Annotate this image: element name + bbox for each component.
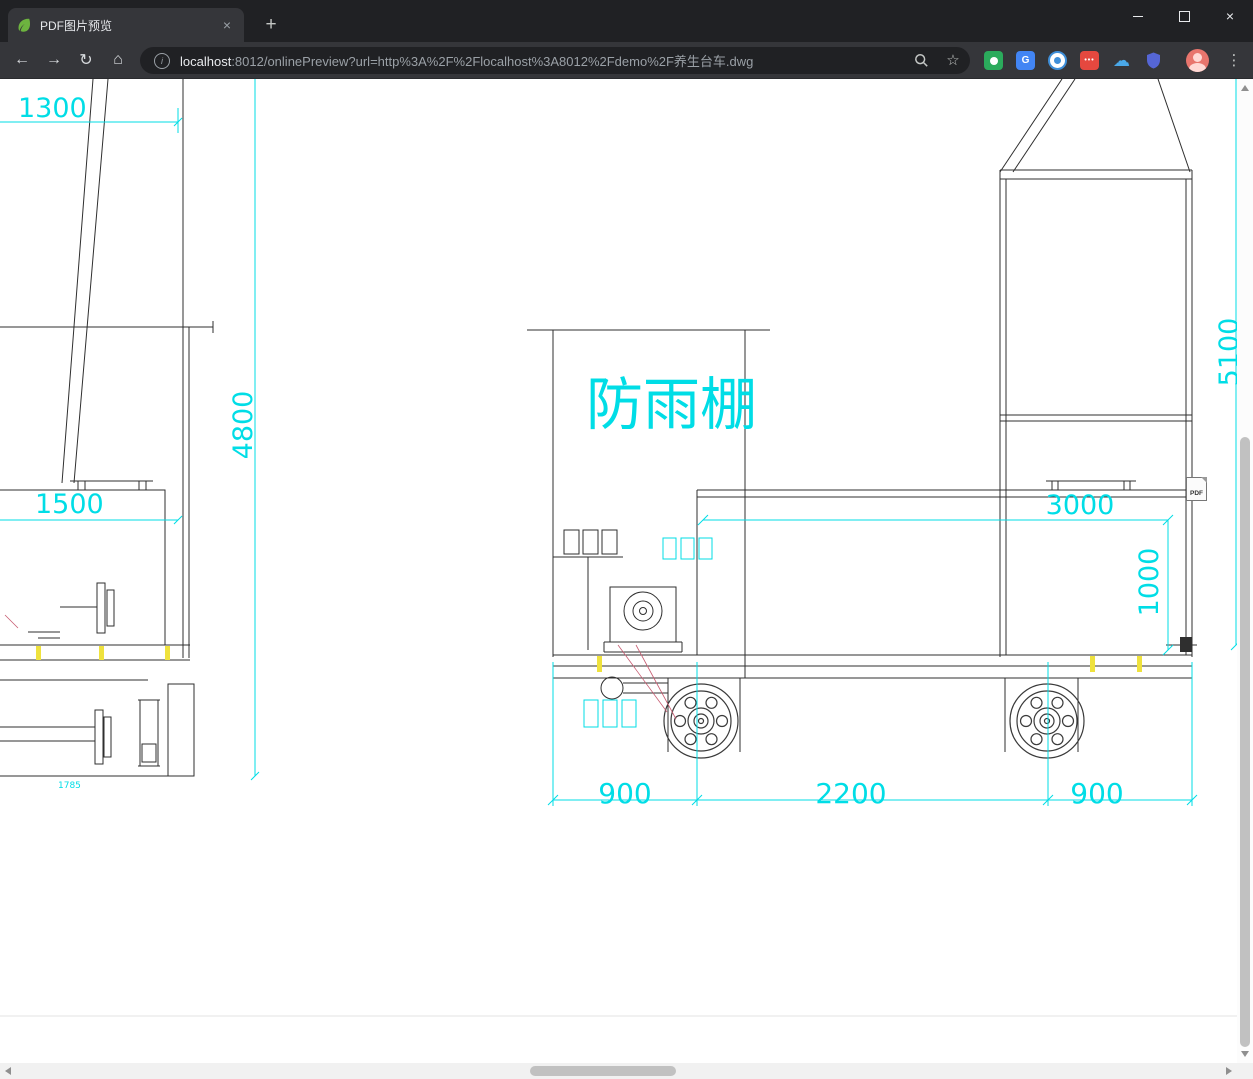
platform-and-end-view (696, 79, 1197, 657)
pdf-icon-label: PDF (1190, 490, 1203, 497)
extension-icon-shield[interactable] (1144, 51, 1163, 70)
home-icon[interactable]: ⌂ (104, 42, 132, 78)
shelter-label: 防雨棚 (586, 372, 757, 438)
tab-close-icon[interactable]: × (218, 16, 236, 34)
back-icon[interactable]: ← (8, 42, 36, 78)
dim-2200-label: 2200 (815, 777, 886, 810)
dim-1000-label: 1000 (1134, 548, 1165, 617)
dim-1300-label: 1300 (18, 93, 87, 124)
scroll-down-icon[interactable] (1241, 1051, 1249, 1057)
left-view (0, 79, 214, 777)
close-window-button[interactable]: × (1207, 0, 1253, 32)
scroll-up-icon[interactable] (1241, 85, 1249, 91)
dim-900-left-label: 900 (598, 777, 651, 810)
horizontal-scrollbar-thumb[interactable] (530, 1066, 676, 1076)
reload-icon[interactable]: ↻ (72, 42, 100, 78)
horizontal-scrollbar[interactable] (0, 1063, 1237, 1079)
url-text: localhost:8012/onlinePreview?url=http%3A… (180, 51, 753, 70)
bookmark-star-icon[interactable]: ☆ (940, 42, 966, 78)
vertical-scrollbar[interactable] (1237, 79, 1253, 1063)
minimize-button[interactable] (1115, 0, 1161, 32)
scroll-left-icon[interactable] (5, 1067, 11, 1075)
profile-avatar[interactable] (1186, 49, 1209, 72)
url-path: :8012/onlinePreview?url=http%3A%2F%2Floc… (231, 54, 754, 69)
page-content: 1300 4800 1500 1785 防雨棚 900 2200 900 300… (0, 79, 1237, 1063)
window-titlebar: PDF图片预览 × + × (0, 0, 1253, 42)
avatar-head (1193, 53, 1202, 62)
dim-900-right-label: 900 (1070, 777, 1123, 810)
scroll-right-icon[interactable] (1226, 1067, 1232, 1075)
scrollbar-corner (1237, 1063, 1253, 1079)
new-tab-button[interactable]: + (258, 12, 284, 38)
extension-icon-circle[interactable] (1048, 51, 1067, 70)
minimize-icon (1133, 15, 1143, 17)
address-bar[interactable]: i localhost:8012/onlinePreview?url=http%… (140, 47, 970, 74)
extension-green-glyph (989, 56, 998, 65)
window-controls: × (1115, 0, 1253, 32)
dimension-labels: 1300 4800 1500 1785 防雨棚 900 2200 900 300… (18, 93, 1237, 810)
pdf-file-icon[interactable]: PDF (1186, 477, 1207, 501)
extension-icon-red[interactable]: ••• (1080, 51, 1099, 70)
maximize-button[interactable] (1161, 0, 1207, 32)
dim-4800-label: 4800 (228, 391, 259, 460)
avatar-body (1189, 63, 1206, 72)
zoom-icon[interactable] (908, 42, 934, 78)
motor-unit (603, 586, 683, 653)
highlight-ticks (36, 646, 1142, 672)
dim-1500-label: 1500 (35, 489, 104, 520)
wheel-left (663, 683, 739, 759)
extension-circle-glyph (1054, 57, 1061, 64)
dim-5100-label: 5100 (1214, 318, 1237, 387)
tab-title: PDF图片预览 (40, 18, 113, 33)
extension-icon-translate[interactable]: G (1016, 51, 1035, 70)
extension-icon-green[interactable] (984, 51, 1003, 70)
maximize-icon (1178, 10, 1190, 22)
extension-red-glyph: ••• (1084, 57, 1095, 64)
page-info-icon[interactable]: i (154, 52, 170, 69)
dim-3000-label: 3000 (1046, 490, 1115, 521)
forward-icon[interactable]: → (40, 42, 68, 78)
vertical-scrollbar-thumb[interactable] (1240, 437, 1250, 1047)
url-host: localhost (180, 54, 232, 69)
leader-lines (4, 614, 677, 720)
extension-icon-cloud[interactable]: ☁ (1112, 51, 1131, 70)
wheel-right (1009, 683, 1085, 759)
cad-drawing: 1300 4800 1500 1785 防雨棚 900 2200 900 300… (0, 79, 1237, 1017)
browser-menu-icon[interactable]: ⋮ (1220, 42, 1248, 78)
tow-pin (600, 676, 624, 700)
browser-toolbar: ← → ↻ ⌂ i localhost:8012/onlinePreview?u… (0, 42, 1253, 79)
browser-tab[interactable]: PDF图片预览 × (8, 8, 244, 42)
pdf-icon-fold (1201, 477, 1207, 483)
spring-leaf-favicon (16, 17, 32, 33)
dim-1785-label: 1785 (58, 781, 81, 791)
